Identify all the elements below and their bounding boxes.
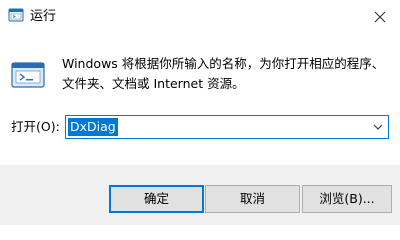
description-line-2: 文件夹、文档或 Internet 资源。	[62, 76, 245, 91]
description-line-1: Windows 将根据你所输入的名称，为你打开相应的程序、	[62, 56, 385, 71]
description: Windows 将根据你所输入的名称，为你打开相应的程序、 文件夹、文档或 In…	[62, 54, 392, 94]
close-button[interactable]	[360, 0, 400, 34]
ok-button[interactable]: 确定	[109, 185, 204, 213]
close-icon	[374, 11, 386, 23]
open-combobox[interactable]: DxDiag	[65, 115, 389, 139]
window-title: 运行	[30, 9, 57, 24]
chevron-down-icon[interactable]	[372, 121, 384, 133]
browse-button[interactable]: 浏览(B)...	[302, 185, 392, 213]
title-bar: 运行	[0, 0, 400, 34]
cancel-button[interactable]: 取消	[205, 185, 300, 213]
run-app-icon	[8, 8, 24, 22]
run-dialog-icon	[11, 62, 45, 88]
open-input[interactable]: DxDiag	[68, 118, 118, 136]
open-label: 打开(O):	[11, 119, 60, 134]
